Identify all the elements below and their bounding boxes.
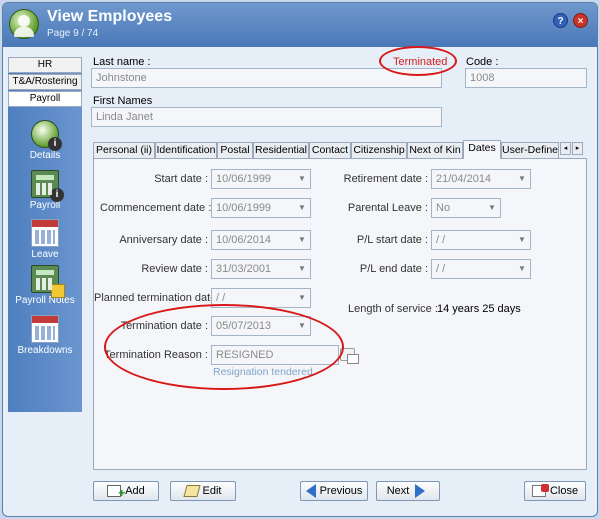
window-close-icon[interactable]: × xyxy=(573,13,588,28)
close-button[interactable]: Close xyxy=(524,481,586,501)
employees-app-icon xyxy=(9,9,39,39)
calendar-icon xyxy=(31,219,59,247)
add-icon xyxy=(107,484,125,502)
tab-postal[interactable]: Postal xyxy=(217,142,253,158)
retirement-date-value: 21/04/2014 xyxy=(436,173,492,185)
sidebar-tab-payroll[interactable]: Payroll xyxy=(8,91,82,107)
retirement-date-label: Retirement date : xyxy=(343,173,428,185)
length-of-service-label: Length of service : xyxy=(348,303,438,315)
sidebar-item-details[interactable]: Details xyxy=(8,120,82,161)
chevron-down-icon: ▼ xyxy=(298,203,306,212)
tab-scroll-right-icon[interactable]: ▸ xyxy=(572,142,583,155)
first-names-label: First Names xyxy=(93,95,153,107)
tab-next-of-kin[interactable]: Next of Kin xyxy=(407,142,463,158)
sidebar-item-label: Breakdowns xyxy=(17,345,73,356)
sidebar-tab-hr[interactable]: HR xyxy=(8,57,82,73)
review-date-value: 31/03/2001 xyxy=(216,263,272,275)
commencement-date-field[interactable]: 10/06/1999 ▼ xyxy=(211,198,311,218)
commencement-date-label: Commencement date : xyxy=(100,202,212,214)
payroll-notes-icon xyxy=(31,265,65,298)
start-date-field[interactable]: 10/06/1999 ▼ xyxy=(211,169,311,189)
review-date-field[interactable]: 31/03/2001 ▼ xyxy=(211,259,311,279)
tab-strip: Personal (ii) Identification Postal Resi… xyxy=(93,140,587,159)
pl-end-date-label: P/L end date : xyxy=(359,263,428,275)
tab-personal-ii[interactable]: Personal (ii) xyxy=(93,142,155,158)
chevron-down-icon: ▼ xyxy=(298,235,306,244)
sidebar-item-breakdowns[interactable]: Breakdowns xyxy=(8,315,82,356)
parental-leave-value: No xyxy=(436,202,451,214)
tab-identification[interactable]: Identification xyxy=(155,142,217,158)
chevron-down-icon: ▼ xyxy=(518,264,526,273)
parental-leave-select[interactable]: No ▼ xyxy=(431,198,501,218)
payroll-calculator-icon: i xyxy=(31,170,64,202)
edit-icon xyxy=(182,485,201,498)
pl-start-date-label: P/L start date : xyxy=(356,234,428,246)
retirement-date-field[interactable]: 21/04/2014 ▼ xyxy=(431,169,531,189)
sidebar-tab-ta-rostering[interactable]: T&A/Rostering xyxy=(8,74,82,90)
sidebar-item-label: Payroll Notes xyxy=(15,295,75,306)
pl-end-date-value: / / xyxy=(436,263,446,275)
chevron-down-icon: ▼ xyxy=(518,174,526,183)
sidebar-item-label: Leave xyxy=(31,249,59,260)
breakdowns-icon xyxy=(31,315,59,343)
previous-button-label: Previous xyxy=(319,485,363,497)
first-names-field[interactable]: Linda Janet xyxy=(91,107,442,127)
next-button-label: Next xyxy=(386,485,410,497)
close-button-label: Close xyxy=(549,485,579,497)
add-button[interactable]: Add xyxy=(93,481,159,502)
code-field[interactable]: 1008 xyxy=(465,68,587,88)
chevron-down-icon: ▼ xyxy=(298,293,306,302)
length-of-service-value: 14 years 25 days xyxy=(437,303,521,315)
tab-scroll-left-icon[interactable]: ◂ xyxy=(560,142,571,155)
pl-end-date-field[interactable]: / / ▼ xyxy=(431,259,531,279)
last-name-label: Last name : xyxy=(93,56,151,68)
next-button[interactable]: Next xyxy=(376,481,440,501)
page-indicator: Page 9 / 74 xyxy=(47,28,99,39)
tab-user-defined[interactable]: User-Defined xyxy=(501,142,559,158)
chevron-down-icon: ▼ xyxy=(298,174,306,183)
planned-termination-date-label: Planned termination date : xyxy=(94,292,223,304)
code-label: Code : xyxy=(466,56,499,68)
tab-dates[interactable]: Dates xyxy=(463,140,501,159)
sidebar: HR T&A/Rostering Payroll Details i Payro… xyxy=(8,57,82,412)
sidebar-item-payroll-notes[interactable]: Payroll Notes xyxy=(8,265,82,306)
chevron-down-icon: ▼ xyxy=(298,264,306,273)
pl-start-date-value: / / xyxy=(436,234,446,246)
window-title: View Employees xyxy=(47,8,173,25)
edit-button[interactable]: Edit xyxy=(170,481,236,501)
anniversary-date-label: Anniversary date : xyxy=(119,234,208,246)
review-date-label: Review date : xyxy=(141,263,208,275)
tab-contact[interactable]: Contact xyxy=(309,142,351,158)
title-bar: View Employees Page 9 / 74 ? × xyxy=(3,3,597,47)
tab-citizenship[interactable]: Citizenship xyxy=(351,142,407,158)
anniversary-date-field[interactable]: 10/06/2014 ▼ xyxy=(211,230,311,250)
arrow-left-icon xyxy=(305,484,316,499)
sidebar-item-label: Details xyxy=(29,150,61,161)
pl-start-date-field[interactable]: / / ▼ xyxy=(431,230,531,250)
anniversary-date-value: 10/06/2014 xyxy=(216,234,272,246)
edit-button-label: Edit xyxy=(202,485,222,497)
status-highlight-ellipse xyxy=(379,46,457,76)
sidebar-item-label: Payroll xyxy=(29,200,61,211)
arrow-right-icon xyxy=(415,484,426,499)
sidebar-item-leave[interactable]: Leave xyxy=(8,219,82,260)
close-icon xyxy=(531,484,549,498)
details-icon xyxy=(31,120,62,151)
parental-leave-label: Parental Leave : xyxy=(347,202,428,214)
start-date-label: Start date : xyxy=(154,173,208,185)
sidebar-item-payroll[interactable]: i Payroll xyxy=(8,170,82,211)
commencement-date-value: 10/06/1999 xyxy=(216,202,272,214)
previous-button[interactable]: Previous xyxy=(300,481,368,501)
start-date-value: 10/06/1999 xyxy=(216,173,272,185)
chevron-down-icon: ▼ xyxy=(488,203,496,212)
tab-residential[interactable]: Residential xyxy=(253,142,309,158)
add-button-label: Add xyxy=(125,485,145,497)
chevron-down-icon: ▼ xyxy=(518,235,526,244)
planned-termination-date-value: / / xyxy=(216,292,226,304)
termination-highlight-ellipse xyxy=(104,304,344,390)
help-icon[interactable]: ? xyxy=(553,13,568,28)
